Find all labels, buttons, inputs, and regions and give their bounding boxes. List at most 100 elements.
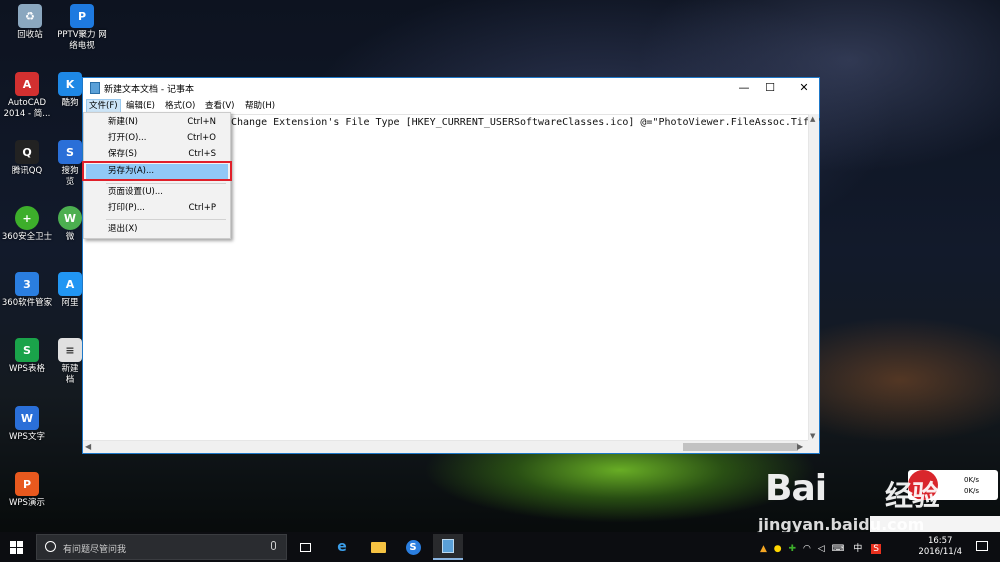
menu-view[interactable]: 查看(V): [203, 100, 236, 112]
cortana-icon: [45, 541, 56, 552]
system-clock[interactable]: 16:57 2016/11/4: [918, 536, 962, 558]
sogou-browser-icon[interactable]: S: [398, 534, 428, 560]
wps-presentation-glyph: P: [15, 472, 39, 496]
aliwangwang-glyph: A: [58, 272, 82, 296]
clock-time: 16:57: [927, 536, 953, 546]
qq-icon[interactable]: Q 腾讯QQ: [0, 140, 57, 177]
taskbar: 有问题尽管问我 e S ▲ ● ✚ ◠ ◁ ⌨ 中 S 16:57 2016/1…: [0, 532, 1000, 562]
desktop-icon-label-line2: 2014 - 简...: [3, 109, 51, 119]
desktop-icon-label: PPTV聚力 网: [57, 30, 107, 40]
wps-writer-glyph: W: [15, 406, 39, 430]
watermark-brand2: 经验: [885, 479, 940, 512]
wechat-icon[interactable]: W 微: [55, 206, 85, 243]
menu-format[interactable]: 格式(O): [163, 100, 197, 112]
menu-file[interactable]: 文件(F): [86, 99, 121, 113]
pptv-glyph: P: [70, 4, 94, 28]
notepad-icon: [90, 82, 100, 94]
menu-separator: [106, 219, 226, 220]
menu-item-exit[interactable]: 退出(X): [86, 222, 228, 237]
sogou-ime-icon[interactable]: S: [871, 544, 881, 554]
aliwangwang-icon[interactable]: A 阿里: [55, 272, 85, 309]
scroll-down-icon[interactable]: ▼: [810, 432, 815, 440]
title-bar[interactable]: 新建文本文档 - 记事本 — ☐ ✕: [83, 78, 819, 98]
menu-item-label: 退出(X): [108, 224, 138, 234]
edge-icon[interactable]: e: [327, 534, 357, 560]
menu-item-label: 打开(O)...: [108, 133, 147, 143]
360-software-glyph: 3: [15, 272, 39, 296]
menu-separator: [106, 183, 226, 184]
menu-bar: 文件(F) 编辑(E) 格式(O) 查看(V) 帮助(H): [83, 98, 819, 113]
search-placeholder: 有问题尽管问我: [63, 545, 127, 555]
microphone-icon[interactable]: [271, 541, 276, 550]
desktop-icon-label: 微: [65, 232, 75, 242]
new-text-doc-icon[interactable]: ≡ 新建 档: [55, 338, 85, 386]
menu-item-print[interactable]: 打印(P)... Ctrl+P: [86, 201, 228, 216]
360-software-icon[interactable]: 3 360软件管家: [0, 272, 57, 309]
keyboard-icon[interactable]: ⌨: [831, 544, 844, 554]
desktop-icon-label-line2: 络电视: [69, 41, 95, 51]
desktop-icon-label-line2: 档: [65, 375, 75, 385]
file-explorer-icon[interactable]: [363, 534, 393, 560]
desktop-icon-label: 360软件管家: [1, 298, 53, 308]
tray-app-icon[interactable]: ●: [774, 544, 782, 554]
notifications-icon[interactable]: [976, 541, 988, 551]
autocad-glyph: A: [15, 72, 39, 96]
menu-item-open[interactable]: 打开(O)... Ctrl+O: [86, 131, 228, 146]
menu-help[interactable]: 帮助(H): [243, 100, 277, 112]
tray-app-icon[interactable]: ✚: [789, 544, 797, 554]
wps-writer-icon[interactable]: W WPS文字: [0, 406, 57, 443]
kugou-glyph: K: [58, 72, 82, 96]
scroll-left-icon[interactable]: ◀: [85, 442, 91, 451]
360-security-glyph: +: [15, 206, 39, 230]
kugou-icon[interactable]: K 酷狗: [55, 72, 85, 109]
menu-item-new[interactable]: 新建(N) Ctrl+N: [86, 115, 228, 130]
search-box[interactable]: 有问题尽管问我: [36, 534, 287, 560]
wps-spreadsheet-glyph: S: [15, 338, 39, 362]
menu-edit[interactable]: 编辑(E): [124, 100, 157, 112]
pptv-icon[interactable]: P PPTV聚力 网 络电视: [52, 4, 112, 52]
editor-content: Change Extension's File Type [HKEY_CURRE…: [231, 117, 822, 128]
desktop-icon-label: WPS表格: [9, 364, 45, 374]
menu-item-page-setup[interactable]: 页面设置(U)...: [86, 185, 228, 200]
menu-item-label: 打印(P)...: [108, 203, 145, 213]
horizontal-scroll-thumb[interactable]: [683, 443, 798, 451]
clock-date: 2016/11/4: [918, 547, 962, 557]
vertical-scrollbar[interactable]: ▲ ▼: [808, 114, 819, 441]
resize-grip[interactable]: [808, 440, 819, 453]
recycle-bin-icon[interactable]: ♻ 回收站: [0, 4, 60, 41]
watermark-brand: Bai: [765, 468, 827, 509]
horizontal-scrollbar[interactable]: ◀ ▶: [83, 440, 809, 453]
recycle-bin-glyph: ♻: [18, 4, 42, 28]
qq-glyph: Q: [15, 140, 39, 164]
menu-item-shortcut: Ctrl+S: [188, 149, 216, 159]
menu-item-shortcut: Ctrl+P: [188, 203, 216, 213]
autocad-icon[interactable]: A AutoCAD 2014 - 简...: [0, 72, 57, 120]
desktop-icon-label: WPS演示: [9, 498, 45, 508]
scroll-up-icon[interactable]: ▲: [810, 115, 815, 123]
network-icon[interactable]: ◠: [803, 544, 811, 554]
wps-presentation-icon[interactable]: P WPS演示: [0, 472, 57, 509]
sogou-glyph: S: [58, 140, 82, 164]
scroll-right-icon[interactable]: ▶: [797, 442, 803, 451]
desktop-icon-label: 回收站: [17, 30, 43, 40]
volume-icon[interactable]: ◁: [818, 544, 825, 554]
wps-spreadsheet-icon[interactable]: S WPS表格: [0, 338, 57, 375]
wechat-glyph: W: [58, 206, 82, 230]
tray-icons[interactable]: ▲ ● ✚ ◠ ◁ ⌨ 中 S: [760, 541, 881, 554]
menu-item-shortcut: Ctrl+O: [187, 133, 216, 143]
sogou-icon[interactable]: S 搜狗 览: [55, 140, 85, 188]
maximize-button[interactable]: ☐: [755, 78, 785, 98]
menu-item-label: 新建(N): [108, 117, 138, 127]
desktop-icon-label: WPS文字: [9, 432, 45, 442]
notepad-taskbar-icon[interactable]: [433, 534, 463, 560]
close-button[interactable]: ✕: [789, 78, 819, 98]
windows-start-icon[interactable]: [10, 541, 23, 554]
task-view-icon[interactable]: [290, 534, 320, 560]
menu-item-save[interactable]: 保存(S) Ctrl+S: [86, 147, 228, 162]
menu-item-label: 页面设置(U)...: [108, 187, 163, 197]
highlight-annotation-box: [82, 161, 232, 181]
tray-app-icon[interactable]: ▲: [760, 544, 767, 554]
360-security-icon[interactable]: + 360安全卫士: [0, 206, 57, 243]
menu-item-label: 保存(S): [108, 149, 138, 159]
input-language[interactable]: 中: [853, 544, 862, 554]
